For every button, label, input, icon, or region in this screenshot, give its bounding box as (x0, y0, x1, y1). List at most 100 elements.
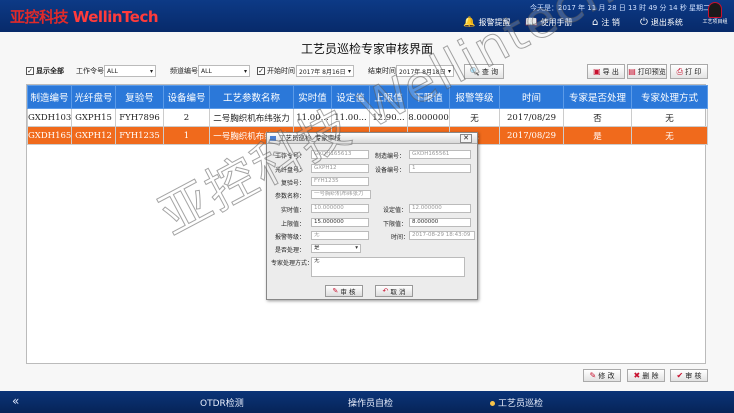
channel-no-select[interactable]: ALL ▾ (198, 65, 250, 77)
exit-system-button[interactable]: ⏻ 退出系统 (640, 17, 683, 28)
col-header[interactable]: 报警等级 (449, 85, 500, 109)
checkbox-box[interactable]: ✓ (26, 67, 34, 75)
pencil-icon: ✎ (332, 287, 339, 295)
expert-review-dialog: 工艺员巡检_专家审核 ✕ 工作令号： GXDH165613 制造编号： GXDH… (266, 132, 478, 300)
user-avatar[interactable]: 工艺项目组 (700, 2, 730, 30)
chevron-down-icon: ▾ (355, 245, 358, 251)
setpoint-field[interactable]: 12.000000 (409, 204, 471, 213)
export-button[interactable]: ▣ 导 出 (587, 64, 625, 79)
table-cell: 11.00... (331, 108, 370, 127)
col-header[interactable]: 上限值 (369, 85, 408, 109)
recheck-no-field[interactable]: FYH1235 (311, 177, 369, 186)
param-name-label: 参数名称： (275, 193, 306, 200)
col-header[interactable]: 专家是否处理 (563, 85, 632, 109)
recheck-no-label: 复验号： (281, 180, 306, 187)
col-header[interactable]: 工艺参数名称 (209, 85, 294, 109)
table-cell: 无 (449, 108, 500, 127)
user-manual-button[interactable]: 📖 使用手册 (525, 17, 572, 28)
chevron-down-icon: ▾ (149, 67, 153, 75)
table-cell: GXPH15 (71, 108, 116, 127)
pencil-icon: ✎ (589, 371, 597, 380)
col-header[interactable]: 专家处理方式 (631, 85, 708, 109)
nav-process-inspection[interactable]: 工艺员巡检 (490, 396, 543, 409)
table-cell: 无 (631, 126, 708, 145)
dialog-titlebar[interactable]: 工艺员巡检_专家审核 ✕ (267, 133, 477, 144)
handled-select[interactable]: 是 ▾ (311, 244, 361, 253)
audit-button[interactable]: ✔ 审 核 (670, 369, 708, 382)
col-header[interactable]: 制造编号 (27, 85, 72, 109)
fiber-no-field[interactable]: GXPH12 (311, 164, 369, 173)
start-date-picker[interactable]: 2017年 8月16日 ▾ (296, 65, 354, 77)
alarm-level-field[interactable]: 无 (311, 231, 369, 240)
col-header[interactable]: 时间 (499, 85, 564, 109)
col-header[interactable]: 下限值 (407, 85, 450, 109)
method-label: 专家处理方式： (271, 260, 314, 267)
end-date-picker[interactable]: 2017年 8月18日 ▾ (396, 65, 454, 77)
chevron-down-icon: ▾ (243, 67, 247, 75)
logout-button[interactable]: ⌂ 注 销 (592, 17, 620, 28)
show-all-checkbox[interactable]: ✓ 显示全部 (26, 64, 64, 78)
work-no-label: 工作令号： (275, 153, 306, 160)
time-label: 时间： (391, 234, 410, 241)
col-header[interactable]: 设备编号 (163, 85, 210, 109)
lower-limit-field[interactable]: 8.000000 (409, 218, 471, 227)
nav-otdr[interactable]: OTDR检测 (200, 396, 244, 409)
table-cell: 12.90... (369, 108, 408, 127)
make-no-field[interactable]: GXDH165561 (409, 150, 471, 159)
checkbox-box[interactable]: ✓ (257, 67, 265, 75)
delete-icon: ✖ (633, 371, 641, 380)
work-no-field[interactable]: GXDH165613 (311, 150, 369, 159)
export-icon: ▣ (593, 67, 601, 76)
book-icon: 📖 (525, 17, 538, 28)
method-textarea[interactable]: 无 (311, 257, 465, 277)
device-no-label: 设备编号： (375, 167, 406, 174)
col-header[interactable]: 复验号 (115, 85, 164, 109)
upper-limit-label: 上限值： (281, 221, 306, 228)
col-header[interactable]: 实时值 (293, 85, 332, 109)
print-button[interactable]: ⎙ 打 印 (670, 64, 708, 79)
table-cell: 11.00... (293, 108, 332, 127)
realtime-field[interactable]: 10.000000 (311, 204, 369, 213)
dialog-cancel-button[interactable]: ↶ 取 消 (375, 285, 413, 297)
query-button[interactable]: 🔍 查 询 (464, 64, 504, 79)
bell-icon: 🔔 (463, 17, 476, 28)
bottom-nav: « OTDR检测 操作员自检 工艺员巡检 (0, 391, 734, 413)
modify-button[interactable]: ✎ 修 改 (583, 369, 621, 382)
table-cell: 1 (163, 126, 210, 145)
user-label: 工艺项目组 (702, 19, 728, 25)
col-header[interactable]: 设定值 (331, 85, 370, 109)
table-cell: 二号胸织机布纬张力 (209, 108, 294, 127)
alarm-reminder-button[interactable]: 🔔 报警提醒 (463, 17, 510, 28)
param-name-field[interactable]: 一号胸织机布纬张力 (311, 190, 371, 199)
table-row[interactable]: GXDH103564 GXPH15 FYH7896 2 二号胸织机布纬张力 11… (27, 108, 708, 127)
window-icon (270, 136, 276, 141)
time-field[interactable]: 2017-08-29 18:43:09 (409, 231, 475, 240)
back-double-arrow-icon[interactable]: « (12, 394, 19, 408)
brand-logo: 亚控科技 WellinTech (10, 6, 159, 27)
handled-label: 是否处理： (275, 247, 306, 254)
device-no-field[interactable]: 1 (409, 164, 471, 173)
table-cell: 2017/08/29 (499, 126, 564, 145)
chevron-down-icon: ▾ (447, 67, 451, 75)
upper-limit-field[interactable]: 15.000000 (311, 218, 369, 227)
table-cell: 8.000000 (407, 108, 450, 127)
dialog-audit-button[interactable]: ✎ 审 核 (325, 285, 363, 297)
fiber-no-label: 光纤盘号： (275, 167, 306, 174)
page-title: 工艺员巡检专家审核界面 (300, 42, 433, 56)
table-cell: 2 (163, 108, 210, 127)
delete-button[interactable]: ✖ 删 除 (627, 369, 665, 382)
close-icon[interactable]: ✕ (460, 134, 472, 143)
work-no-select[interactable]: ALL ▾ (104, 65, 156, 77)
table-cell: 无 (631, 108, 708, 127)
table-cell: GXDH165561 (27, 126, 72, 145)
home-icon: ⌂ (592, 17, 599, 28)
nav-operator-selfcheck[interactable]: 操作员自检 (348, 396, 393, 409)
col-header[interactable]: 光纤盘号 (71, 85, 116, 109)
table-cell: FYH1235 (115, 126, 164, 145)
active-dot-icon (490, 401, 495, 406)
print-preview-button[interactable]: ▤ 打印预览 (627, 64, 667, 79)
preview-icon: ▤ (628, 67, 636, 76)
chevron-down-icon: ▾ (347, 67, 351, 75)
table-cell: 否 (563, 108, 632, 127)
top-header: 亚控科技 WellinTech 今天是：2017 年 11 月 28 日 13 … (0, 0, 734, 32)
